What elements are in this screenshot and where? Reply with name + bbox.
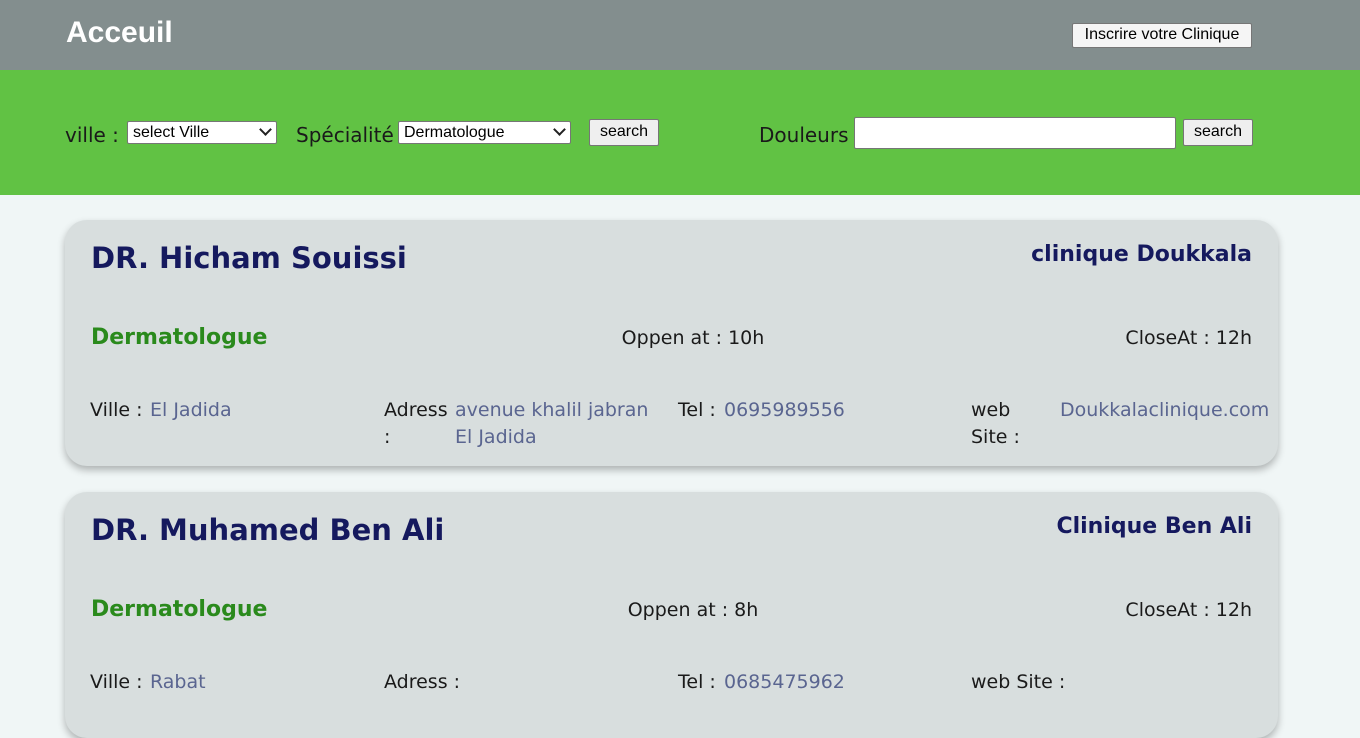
adress-value: avenue khalil jabran El Jadida — [455, 399, 649, 448]
specialite-select-value: Dermatologue — [404, 124, 505, 141]
chevron-down-icon — [259, 123, 272, 136]
web-field-label: web Site : — [971, 671, 1066, 693]
ville-field-label: Ville : — [90, 399, 143, 421]
search-bar: ville : select Ville Spécialité Dermatol… — [0, 70, 1360, 195]
ville-value: El Jadida — [150, 399, 232, 421]
search-button[interactable]: search — [589, 119, 659, 146]
page-title: Acceuil — [66, 16, 173, 49]
doctor-name: DR. Muhamed Ben Ali — [91, 513, 445, 547]
opening-hours: Oppen at : 10h — [621, 327, 765, 349]
chevron-down-icon — [553, 123, 566, 136]
tel-field-label: Tel : — [678, 671, 716, 693]
web-value[interactable]: Doukkalaclinique.com — [1060, 397, 1270, 424]
douleurs-label: Douleurs : — [759, 123, 862, 147]
adress-field-label: Adress : — [384, 671, 461, 693]
ville-select[interactable]: select Ville — [127, 121, 277, 144]
register-clinic-button[interactable]: Inscrire votre Clinique — [1072, 23, 1252, 48]
web-field-label: web Site : — [971, 399, 1020, 448]
specialite-select[interactable]: Dermatologue — [398, 121, 571, 144]
adress-field-label: Adress : — [384, 399, 448, 448]
top-header: Acceuil Inscrire votre Clinique — [0, 0, 1360, 70]
doctor-name: DR. Hicham Souissi — [91, 241, 407, 275]
tel-value: 0695989556 — [724, 399, 845, 421]
opening-hours: Oppen at : 8h — [627, 599, 759, 621]
ville-select-value: select Ville — [133, 124, 210, 141]
closing-hours: CloseAt : 12h — [1125, 599, 1252, 621]
closing-hours: CloseAt : 12h — [1125, 327, 1252, 349]
ville-value: Rabat — [150, 671, 206, 693]
tel-field-label: Tel : — [678, 399, 716, 421]
tel-value: 0685475962 — [724, 671, 845, 693]
clinic-name: clinique Doukkala — [1031, 242, 1252, 267]
ville-field-label: Ville : — [90, 671, 143, 693]
doctor-card[interactable]: DR. Hicham Souissi clinique Doukkala Der… — [65, 220, 1278, 466]
douleurs-input[interactable] — [854, 117, 1176, 149]
ville-label: ville : — [65, 123, 119, 147]
douleurs-search-button[interactable]: search — [1183, 119, 1253, 146]
doctor-card[interactable]: DR. Muhamed Ben Ali Clinique Ben Ali Der… — [65, 492, 1278, 738]
clinic-name: Clinique Ben Ali — [1056, 514, 1252, 539]
specialite-label: Spécialité — [296, 123, 394, 147]
